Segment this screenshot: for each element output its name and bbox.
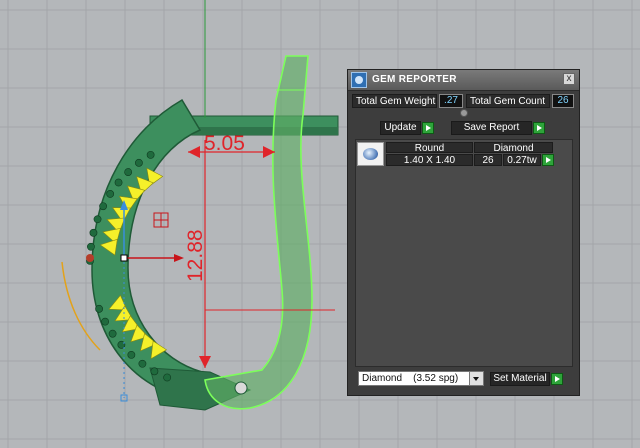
prong (101, 317, 110, 326)
save-report-button[interactable]: Save Report (451, 121, 532, 135)
prong (146, 150, 155, 159)
cplane-icon (153, 212, 169, 228)
gizmo-center-handle[interactable] (120, 254, 128, 262)
total-gem-count-value: 26 (552, 94, 574, 108)
prong (124, 168, 133, 176)
prong (95, 304, 104, 313)
chevron-down-icon[interactable] (469, 372, 483, 385)
prong (108, 329, 117, 338)
gem-reporter-panel: GEM REPORTER x Total Gem Weight .27 Tota… (347, 69, 580, 396)
gem-weight-cell: 0.27tw (503, 154, 541, 166)
prong (93, 215, 102, 224)
panel-title: GEM REPORTER (372, 74, 457, 85)
total-gem-count-label: Total Gem Count (466, 94, 550, 108)
prong (138, 359, 147, 368)
prong (87, 242, 95, 251)
gizmo-arrow-x-icon[interactable] (174, 254, 184, 262)
gizmo-rotate-handle[interactable] (86, 254, 94, 262)
dimension-label-horizontal: 5.05 (204, 132, 245, 155)
gem-count-cell: 26 (474, 154, 502, 166)
prong (106, 190, 115, 198)
prong (150, 367, 159, 376)
prong (89, 228, 98, 237)
material-dropdown[interactable]: Diamond (3.52 spg) (358, 371, 484, 386)
dimension-label-vertical: 12.88 (184, 229, 207, 282)
column-header-shape: Round (386, 142, 473, 154)
prong (114, 178, 123, 187)
dimension-arrow-down (199, 356, 211, 368)
update-arrow-icon[interactable] (422, 122, 434, 134)
prong (99, 202, 108, 211)
set-material-button[interactable]: Set Material (490, 372, 550, 386)
prong (135, 158, 143, 167)
panel-splitter-handle[interactable] (460, 109, 468, 117)
selected-latch-part[interactable] (204, 55, 313, 410)
column-header-material: Diamond (474, 142, 553, 154)
total-gem-weight-value: .27 (439, 94, 463, 108)
material-dropdown-value: Diamond (3.52 spg) (362, 373, 459, 384)
prong (163, 373, 172, 382)
gem-size-cell: 1.40 X 1.40 (386, 154, 473, 166)
gem-reporter-logo-icon (351, 72, 367, 88)
gem-row-arrow-icon[interactable] (542, 154, 554, 166)
set-material-arrow-icon[interactable] (551, 373, 563, 385)
save-report-arrow-icon[interactable] (533, 122, 545, 134)
gem-report-list: Round Diamond 1.40 X 1.40 26 0.27tw (355, 139, 573, 367)
close-button[interactable]: x (563, 73, 575, 85)
round-diamond-gem-icon[interactable] (357, 142, 384, 166)
total-gem-weight-label: Total Gem Weight (352, 94, 437, 108)
latch-hinge-hole (234, 381, 248, 395)
dimension-arrow-left (188, 146, 200, 158)
prong (127, 350, 136, 359)
panel-titlebar[interactable]: GEM REPORTER x (348, 70, 579, 91)
update-button[interactable]: Update (380, 121, 421, 135)
